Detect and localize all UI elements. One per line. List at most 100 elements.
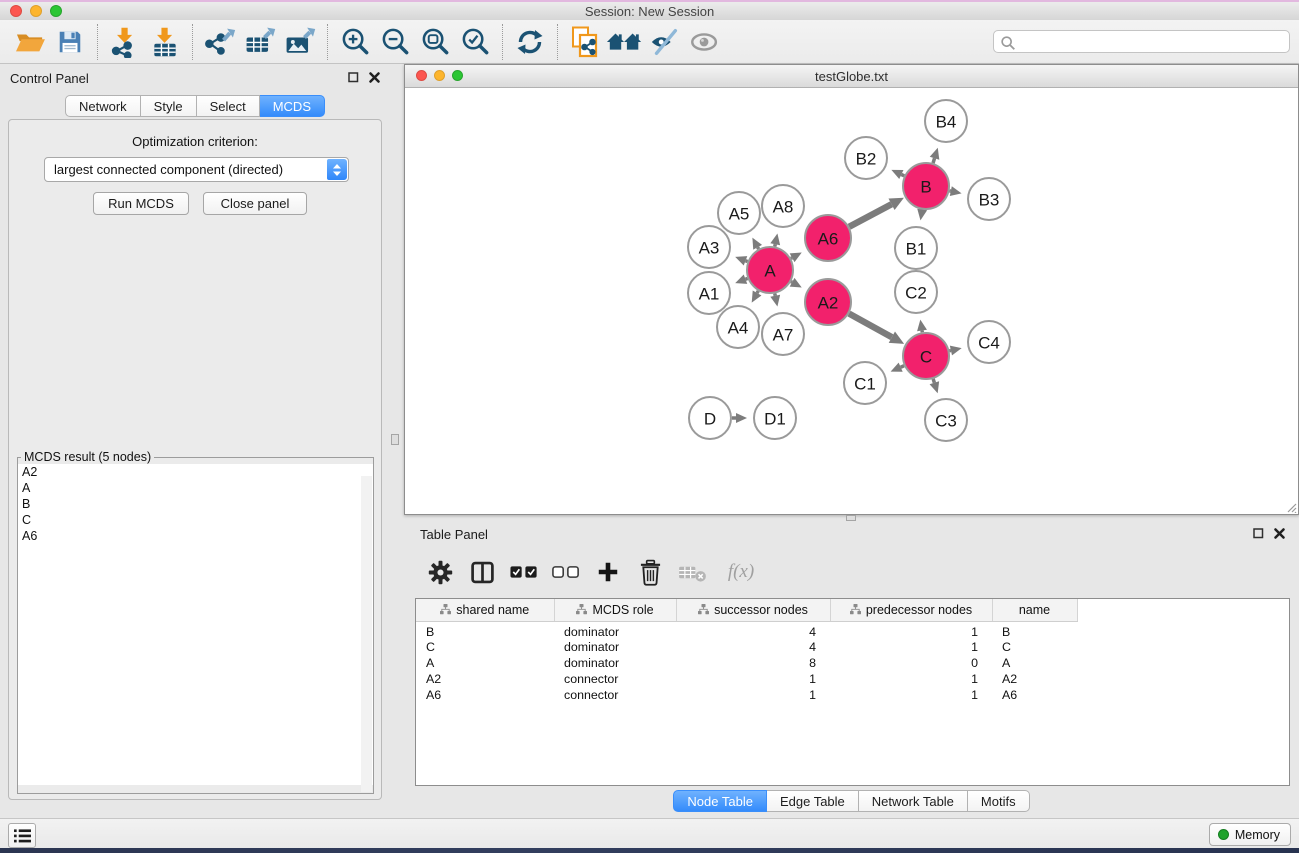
cell[interactable]: C [416, 639, 554, 655]
node-C3[interactable]: C3 [925, 399, 967, 441]
node-D[interactable]: D [689, 397, 731, 439]
cell[interactable]: 1 [830, 621, 992, 639]
cell[interactable]: 1 [676, 687, 830, 703]
cell[interactable]: A6 [992, 687, 1077, 703]
node-A5[interactable]: A5 [718, 192, 760, 234]
node-B1[interactable]: B1 [895, 227, 937, 269]
table-row[interactable]: Bdominator41B [416, 621, 1289, 639]
export-table-button[interactable] [240, 22, 280, 62]
criterion-select[interactable]: largest connected component (directed) [44, 157, 349, 182]
close-table-panel-button[interactable] [1274, 528, 1285, 539]
cell[interactable]: connector [554, 687, 676, 703]
edge-B-B4[interactable] [933, 158, 934, 163]
run-mcds-button[interactable]: Run MCDS [93, 192, 189, 215]
cell[interactable]: 4 [676, 621, 830, 639]
add-column-button[interactable] [591, 555, 625, 589]
node-A6[interactable]: A6 [805, 215, 851, 261]
node-A3[interactable]: A3 [688, 226, 730, 268]
close-panel-button[interactable]: Close panel [203, 192, 307, 215]
result-item[interactable]: A [18, 480, 373, 496]
cell[interactable]: B [416, 621, 554, 639]
home-view-button[interactable] [605, 22, 645, 62]
cell[interactable]: 0 [830, 655, 992, 671]
result-item[interactable]: A6 [18, 528, 373, 544]
table-row[interactable]: A2connector11A2 [416, 671, 1289, 687]
node-C1[interactable]: C1 [844, 362, 886, 404]
export-network-button[interactable] [200, 22, 240, 62]
import-network-button[interactable] [105, 22, 145, 62]
tab-edge-table[interactable]: Edge Table [767, 790, 859, 812]
edge-C-C3[interactable] [933, 379, 934, 383]
cell[interactable]: C [992, 639, 1077, 655]
column-header-successor-nodes[interactable]: successor nodes [676, 599, 830, 621]
column-header-shared-name[interactable]: shared name [416, 599, 554, 621]
node-B[interactable]: B [903, 163, 949, 209]
edge-A-A6[interactable] [791, 258, 792, 259]
show-graphics-details-button[interactable] [685, 22, 725, 62]
table-row[interactable]: A6connector11A6 [416, 687, 1289, 703]
zoom-in-button[interactable] [335, 22, 375, 62]
edge-A-A5[interactable] [758, 247, 759, 249]
edge-B-B2[interactable] [901, 174, 904, 175]
cell[interactable]: A6 [416, 687, 554, 703]
edge-C-C1[interactable] [901, 366, 904, 368]
node-A4[interactable]: A4 [717, 306, 759, 348]
cell[interactable]: 1 [830, 687, 992, 703]
horizontal-splitter-grip[interactable] [846, 515, 856, 521]
network-canvas[interactable]: B4B2BB3A5A8A6A3B1AA1C2A2A4A7CC4C1C3DD1 [405, 88, 1298, 514]
tab-style[interactable]: Style [141, 95, 197, 117]
titlebar[interactable]: Session: New Session [0, 2, 1299, 20]
edge-A-A1[interactable] [745, 278, 747, 279]
cell[interactable]: dominator [554, 639, 676, 655]
node-A8[interactable]: A8 [762, 185, 804, 227]
column-header-name[interactable]: name [992, 599, 1077, 621]
cell[interactable]: dominator [554, 655, 676, 671]
node-A7[interactable]: A7 [762, 313, 804, 355]
node-D1[interactable]: D1 [754, 397, 796, 439]
float-table-panel-button[interactable] [1253, 528, 1264, 539]
node-A1[interactable]: A1 [688, 272, 730, 314]
edge-A-A2[interactable] [791, 282, 792, 283]
node-C[interactable]: C [903, 333, 949, 379]
result-item[interactable]: C [18, 512, 373, 528]
network-from-file-button[interactable] [565, 22, 605, 62]
cell[interactable]: B [992, 621, 1077, 639]
task-history-button[interactable] [8, 823, 36, 848]
open-file-button[interactable] [10, 22, 50, 62]
node-B3[interactable]: B3 [968, 178, 1010, 220]
import-table-button[interactable] [145, 22, 185, 62]
node-A2[interactable]: A2 [805, 279, 851, 325]
edge-A-A4[interactable] [757, 291, 758, 293]
column-header-predecessor-nodes[interactable]: predecessor nodes [830, 599, 992, 621]
tab-select[interactable]: Select [197, 95, 260, 117]
close-panel-button[interactable] [369, 72, 380, 83]
zoom-network-window-button[interactable] [452, 70, 463, 81]
cell[interactable]: A2 [992, 671, 1077, 687]
table-settings-button[interactable] [423, 555, 457, 589]
zoom-out-button[interactable] [375, 22, 415, 62]
edge-A-A3[interactable] [745, 261, 747, 262]
column-visibility-button[interactable] [465, 555, 499, 589]
select-all-rows-button[interactable] [507, 555, 541, 589]
cell[interactable]: 1 [830, 639, 992, 655]
tab-network-table[interactable]: Network Table [859, 790, 968, 812]
zoom-fit-button[interactable] [415, 22, 455, 62]
edge-A6-B[interactable] [849, 204, 891, 226]
network-window-titlebar[interactable]: testGlobe.txt [405, 65, 1298, 88]
cell[interactable]: 1 [676, 671, 830, 687]
result-item[interactable]: B [18, 496, 373, 512]
result-scrollbar[interactable] [361, 476, 372, 792]
resize-grip-icon[interactable] [1285, 501, 1297, 513]
node-B2[interactable]: B2 [845, 137, 887, 179]
column-header-mcds-role[interactable]: MCDS role [554, 599, 676, 621]
tab-mcds[interactable]: MCDS [260, 95, 325, 117]
edge-A2-C[interactable] [849, 314, 892, 338]
search-input[interactable] [1018, 32, 1286, 51]
node-C2[interactable]: C2 [895, 271, 937, 313]
close-network-window-button[interactable] [416, 70, 427, 81]
save-session-button[interactable] [50, 22, 90, 62]
delete-column-button[interactable] [633, 555, 667, 589]
cell[interactable]: A2 [416, 671, 554, 687]
minimize-window-button[interactable] [30, 5, 42, 17]
table-row[interactable]: Cdominator41C [416, 639, 1289, 655]
